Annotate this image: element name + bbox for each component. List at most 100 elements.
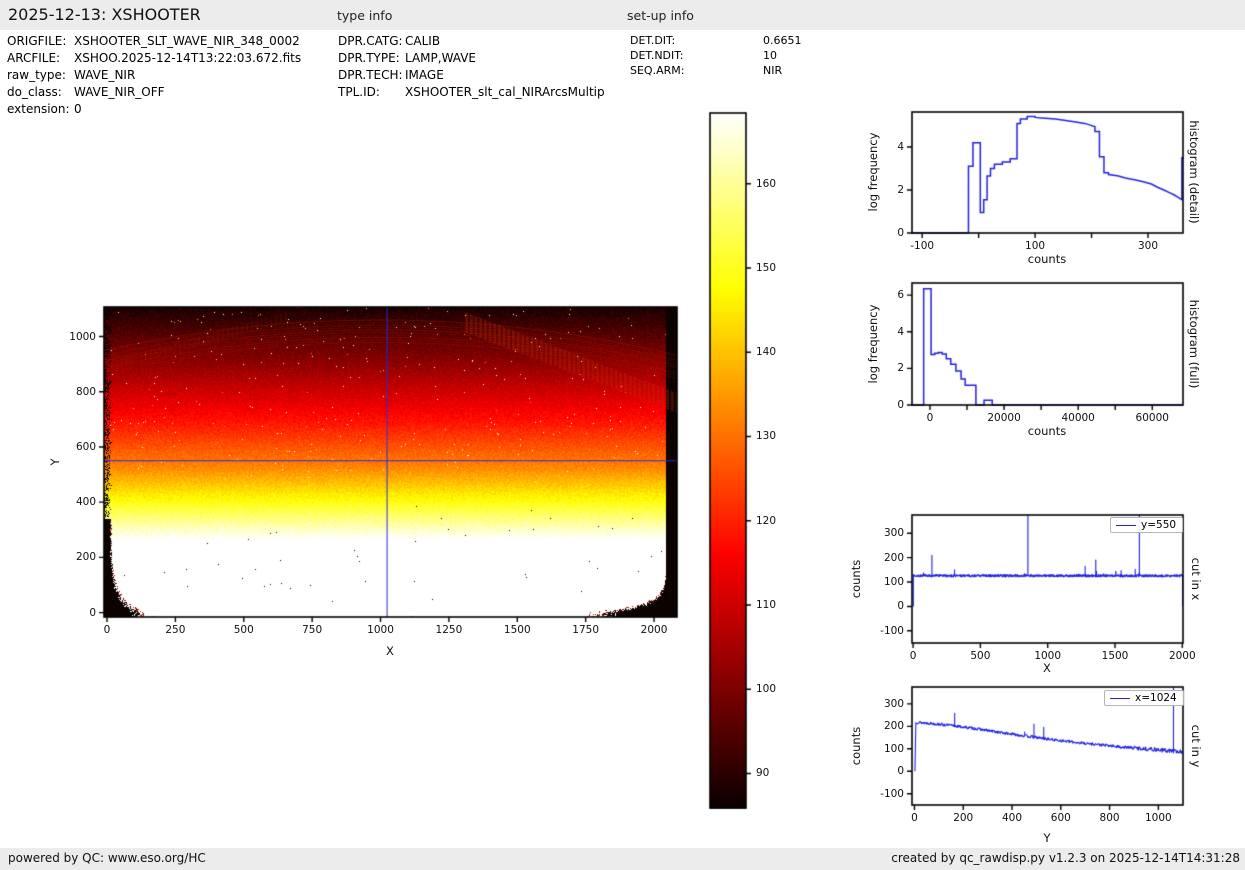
cut-y-x-label: Y [1043,831,1051,845]
cut-x-x-label: X [1043,661,1051,675]
tick-label: 1750 [572,624,600,636]
tick-label: 1000 [69,330,96,343]
main-y-axis-label: Y [48,458,62,466]
meta-label: DPR.TECH: [338,68,403,82]
meta-value: IMAGE [405,68,444,82]
meta-value: WAVE_NIR [74,68,136,82]
cut-x-legend-label: y=550 [1141,519,1177,531]
tick-label: 6 [897,289,904,302]
setup-info-block: DET.DIT: 0.6651 DET.NDIT: 10 SEQ.ARM: NIR [630,33,802,78]
cut-x-legend: y=550 [1110,517,1184,533]
tick-label: 200 [883,720,904,733]
tick-label: 1500 [1101,650,1129,662]
tick-label: 400 [75,496,96,509]
tick-label: 300 [883,697,904,710]
tick-label: 250 [165,624,186,636]
cut-y-legend: x=1024 [1104,690,1184,706]
tick-label: 4 [897,141,904,154]
tick-label: 0 [897,399,904,411]
tick-label: 2 [897,362,904,375]
tick-label: 60000 [1135,412,1169,424]
meta-row: ARCFILE: XSHOO.2025-12-14T13:22:03.672.fi… [7,50,301,67]
meta-label: TPL.ID: [338,85,380,99]
cut-y-y-label: counts [849,726,863,766]
footer-bar: powered by QC: www.eso.org/HC created by… [0,848,1245,870]
tick-label: 200 [75,551,96,564]
tick-label: 200 [953,812,974,824]
tick-label: 100 [1025,240,1046,252]
meta-value: XSHOOTER_slt_cal_NIRArcsMultip [405,85,605,99]
hist-detail-x-label: counts [1027,252,1067,266]
type-info-block: DPR.CATG: CALIB DPR.TYPE: LAMP,WAVE DPR.TECH… [338,33,605,101]
tick-label: -100 [880,787,904,800]
meta-row: do_class: WAVE_NIR_OFF [7,84,301,101]
tick-label: 100 [756,683,777,696]
footer-left-text: powered by QC: www.eso.org/HC [8,851,206,865]
meta-label: extension: [7,102,70,116]
meta-row: ORIGFILE: XSHOOTER_SLT_WAVE_NIR_348_0002 [7,33,301,50]
cut-x-side-label: cut in x [1189,557,1203,601]
page-title: 2025-12-13: XSHOOTER [8,5,201,24]
tick-label: 0 [897,765,904,778]
meta-row: TPL.ID: XSHOOTER_slt_cal_NIRArcsMultip [338,84,605,101]
tick-label: 300 [883,527,904,540]
tick-label: 200 [883,551,904,564]
cut-x-y-label: counts [849,559,863,599]
meta-value: LAMP,WAVE [405,51,477,65]
type-info-title: type info [337,8,393,23]
tick-label: 150 [756,262,777,274]
cut-y-legend-label: x=1024 [1135,692,1177,704]
tick-label: 400 [1001,812,1023,824]
tick-label: 500 [233,624,254,636]
tick-label: 300 [1137,240,1159,252]
meta-value: WAVE_NIR_OFF [74,85,165,99]
setup-info-title: set-up info [627,8,694,23]
header-bar: 2025-12-13: XSHOOTER type info set-up in… [0,0,1245,30]
tick-label: 110 [756,598,777,611]
tick-label: 0 [897,600,904,613]
meta-label: ARCFILE: [7,51,61,65]
meta-row: DET.DIT: 0.6651 [630,33,802,48]
tick-label: 500 [970,650,991,662]
tick-label: 1000 [367,624,394,636]
qc-report-page: 2025-12-13: XSHOOTER type info set-up in… [0,0,1245,870]
tick-label: 1500 [503,624,531,636]
meta-value: 0 [74,102,82,116]
hist-full-y-label: log frequency [866,304,880,384]
meta-row: SEQ.ARM: NIR [630,63,802,78]
tick-label: 2000 [1168,650,1196,662]
tick-label: -100 [880,624,904,637]
tick-label: 2 [897,184,904,197]
meta-value: XSHOO.2025-12-14T13:22:03.672.fits [74,51,302,65]
file-info-block: ORIGFILE: XSHOOTER_SLT_WAVE_NIR_348_0002 A… [7,33,301,118]
meta-value: CALIB [405,34,441,48]
cut-y-side-label: cut in y [1189,724,1203,768]
tick-label: 0 [926,412,934,424]
tick-label: 4 [897,325,904,338]
tick-label: 600 [1050,812,1071,824]
tick-label: 20000 [987,412,1021,424]
legend-line-sample [1110,697,1130,699]
meta-label: SEQ.ARM: [630,64,685,77]
tick-label: 130 [756,430,777,443]
hist-detail-y-label: log frequency [866,132,880,212]
hist-full-side-label: histogram (full) [1187,299,1201,389]
meta-value: XSHOOTER_SLT_WAVE_NIR_348_0002 [74,34,300,48]
hist-detail-side-label: histogram (detail) [1187,120,1201,224]
meta-label: DPR.TYPE: [338,51,400,65]
tick-label: 2000 [640,624,668,636]
tick-label: 0 [103,624,111,636]
tick-label: 140 [756,346,777,359]
meta-label: do_class: [7,85,62,99]
tick-label: 120 [756,514,777,527]
tick-label: 40000 [1061,412,1095,424]
footer-right-text: created by qc_rawdisp.py v1.2.3 on 2025-… [891,851,1240,865]
tick-label: 90 [756,767,770,780]
tick-label: 100 [883,742,904,755]
meta-value: 10 [763,49,777,62]
meta-row: extension: 0 [7,101,301,118]
main-x-axis-label: X [386,644,394,658]
meta-label: ORIGFILE: [7,34,67,48]
meta-row: DET.NDIT: 10 [630,48,802,63]
tick-label: 0 [911,812,918,824]
